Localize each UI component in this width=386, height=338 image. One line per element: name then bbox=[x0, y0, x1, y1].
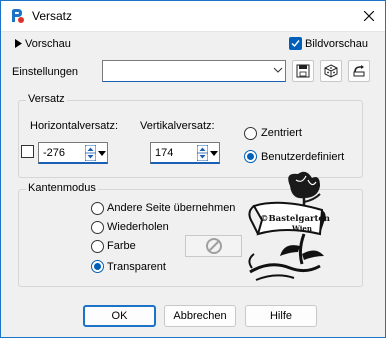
edge-color-radio[interactable] bbox=[91, 240, 104, 253]
randomize-button[interactable] bbox=[320, 60, 342, 82]
close-button[interactable] bbox=[352, 0, 386, 32]
save-preset-icon bbox=[296, 64, 310, 78]
cancel-button-label: Abbrechen bbox=[173, 310, 227, 322]
link-offsets-checkbox[interactable] bbox=[21, 145, 34, 158]
image-preview-label: Bildvorschau bbox=[305, 38, 368, 50]
centered-label: Zentriert bbox=[261, 127, 302, 139]
horizontal-offset-label: Horizontalversatz: bbox=[30, 120, 119, 132]
edge-repeat-radio[interactable] bbox=[91, 221, 104, 234]
vertical-offset-input[interactable]: 174 bbox=[150, 142, 220, 164]
edge-transparent-radio[interactable] bbox=[91, 260, 104, 273]
save-preset-button[interactable] bbox=[292, 60, 314, 82]
no-color-icon bbox=[205, 238, 222, 254]
vertical-offset-label: Vertikalversatz: bbox=[140, 120, 215, 132]
edge-repeat-label: Wiederholen bbox=[107, 221, 169, 233]
offset-group-title: Versatz bbox=[26, 93, 67, 105]
edge-color-swatch[interactable] bbox=[185, 235, 242, 257]
watermark-line1: ©Bastelgarten bbox=[260, 214, 330, 224]
chevron-down-icon bbox=[273, 67, 283, 73]
preview-toggle-label[interactable]: Vorschau bbox=[25, 38, 71, 50]
edge-mode-group-title: Kantenmodus bbox=[26, 182, 98, 194]
dropdown-arrow-icon[interactable] bbox=[98, 149, 106, 157]
ok-button-label: OK bbox=[111, 310, 128, 322]
edge-wrap-label: Andere Seite übernehmen bbox=[107, 202, 236, 214]
vertical-offset-value: 174 bbox=[155, 147, 174, 159]
ok-button[interactable]: OK bbox=[83, 305, 156, 327]
dropdown-arrow-icon[interactable] bbox=[210, 149, 218, 157]
image-preview-checkbox[interactable] bbox=[289, 37, 302, 50]
spin-updown-icon[interactable] bbox=[85, 145, 96, 161]
watermark-logo: ©Bastelgarten Wien bbox=[248, 171, 330, 281]
checkmark-icon bbox=[291, 40, 300, 48]
edge-transparent-label: Transparent bbox=[107, 261, 166, 273]
spin-updown-icon[interactable] bbox=[197, 145, 208, 161]
centered-radio[interactable] bbox=[244, 127, 257, 140]
expand-triangle-icon[interactable] bbox=[15, 39, 22, 48]
horizontal-offset-value: -276 bbox=[43, 147, 66, 159]
close-icon bbox=[364, 11, 374, 21]
cancel-button[interactable]: Abbrechen bbox=[164, 305, 236, 327]
custom-radio[interactable] bbox=[244, 150, 257, 163]
window-title: Versatz bbox=[32, 9, 73, 23]
help-button-label: Hilfe bbox=[269, 310, 292, 322]
settings-combo[interactable] bbox=[102, 60, 286, 82]
random-dice-icon bbox=[324, 64, 338, 78]
edge-wrap-radio[interactable] bbox=[91, 202, 104, 215]
reset-icon bbox=[353, 65, 365, 77]
offset-group bbox=[18, 100, 363, 178]
help-button[interactable]: Hilfe bbox=[245, 305, 317, 327]
reset-button[interactable] bbox=[348, 60, 370, 82]
custom-label: Benutzerdefiniert bbox=[261, 151, 345, 163]
edge-color-label: Farbe bbox=[107, 240, 136, 252]
watermark-line2: Wien bbox=[291, 224, 312, 233]
title-bar: Versatz bbox=[0, 0, 386, 32]
app-icon bbox=[12, 9, 24, 23]
settings-label: Einstellungen bbox=[12, 66, 79, 78]
horizontal-offset-input[interactable]: -276 bbox=[38, 142, 108, 164]
